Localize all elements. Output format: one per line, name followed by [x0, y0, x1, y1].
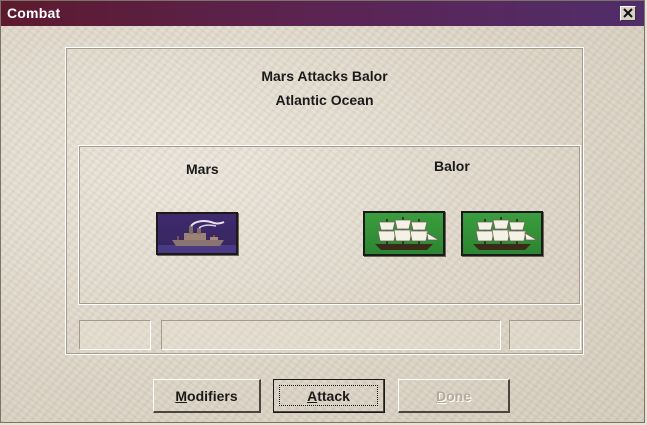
status-right — [509, 320, 581, 350]
combat-heading: Mars Attacks Balor — [261, 68, 388, 84]
modifiers-hotkey: M — [175, 387, 188, 404]
attacker-name: Mars — [186, 161, 219, 177]
attacker-unit-battleship[interactable] — [156, 212, 238, 255]
close-button[interactable] — [620, 6, 636, 21]
battleship-icon — [158, 220, 236, 253]
done-hotkey: D — [435, 387, 447, 404]
focus-ring — [279, 385, 378, 406]
sailing-ship-icon — [473, 217, 539, 250]
attack-button[interactable]: Attack — [273, 379, 385, 413]
combat-dialog: Combat Mars Attacks Balor Atlantic Ocean… — [0, 0, 645, 423]
modifiers-button[interactable]: Modifiers — [153, 379, 261, 413]
done-label: one — [446, 387, 471, 404]
close-icon — [623, 8, 633, 18]
status-message — [161, 320, 501, 350]
defender-name: Balor — [434, 158, 470, 174]
defender-unit-frigate[interactable] — [461, 211, 543, 256]
done-button[interactable]: Done — [398, 379, 510, 413]
modifiers-label: odifiers — [187, 387, 238, 404]
combat-location: Atlantic Ocean — [275, 92, 374, 108]
status-left — [79, 320, 151, 350]
defender-unit-frigate[interactable] — [363, 211, 445, 256]
sailing-ship-icon — [375, 217, 441, 250]
window-title: Combat — [7, 5, 61, 21]
title-bar[interactable]: Combat — [1, 1, 644, 26]
